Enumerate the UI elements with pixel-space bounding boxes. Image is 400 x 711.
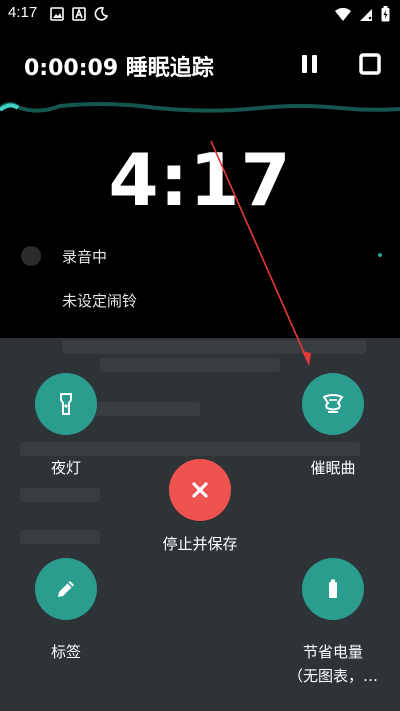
status-right-icons	[335, 6, 390, 26]
status-left-icons	[50, 6, 109, 21]
ghost-row	[100, 358, 280, 372]
moon-icon	[94, 6, 109, 21]
ghost-row	[90, 402, 200, 416]
recording-indicator	[21, 246, 41, 266]
stop-save-label: 停止并保存	[162, 535, 238, 553]
battery-icon	[381, 6, 390, 26]
sound-wave	[0, 102, 400, 113]
ghost-row	[20, 442, 360, 456]
flashlight-icon	[60, 393, 72, 415]
ghost-row	[62, 340, 366, 354]
pencil-icon	[58, 581, 74, 597]
ghost-row	[20, 488, 100, 502]
stop-save-button[interactable]	[169, 459, 231, 521]
hypnosis-label: 催眠曲	[310, 459, 356, 477]
battery-icon	[329, 579, 337, 598]
power-save-button[interactable]	[302, 558, 364, 620]
flashlight-button[interactable]	[35, 373, 97, 435]
hypnosis-button[interactable]	[302, 373, 364, 435]
close-icon	[192, 482, 208, 498]
recording-status: 录音中	[62, 248, 108, 266]
power-save-label: 节省电量	[302, 643, 363, 661]
status-time: 4:17	[8, 4, 38, 21]
pause-icon	[302, 55, 317, 73]
stop-icon	[359, 53, 381, 75]
font-icon	[72, 6, 86, 21]
lullaby-icon	[322, 394, 344, 413]
signal-icon	[359, 7, 373, 26]
ghost-row	[20, 530, 100, 544]
wifi-icon	[335, 7, 351, 26]
flashlight-label: 夜灯	[50, 459, 81, 477]
power-save-sublabel: （无图表，…	[287, 667, 378, 685]
pause-button[interactable]	[296, 50, 324, 78]
tag-button[interactable]	[35, 558, 97, 620]
tracking-header: 0:00:09 睡眠追踪	[0, 40, 400, 90]
status-dot	[378, 253, 382, 257]
clock-display: 4:17	[108, 138, 292, 222]
tracking-title: 0:00:09 睡眠追踪	[24, 56, 214, 81]
status-bar: 4:17	[0, 0, 400, 28]
image-icon	[50, 6, 64, 21]
stop-button[interactable]	[356, 50, 384, 78]
tag-label: 标签	[50, 643, 81, 661]
alarm-status: 未设定闹铃	[62, 292, 138, 310]
